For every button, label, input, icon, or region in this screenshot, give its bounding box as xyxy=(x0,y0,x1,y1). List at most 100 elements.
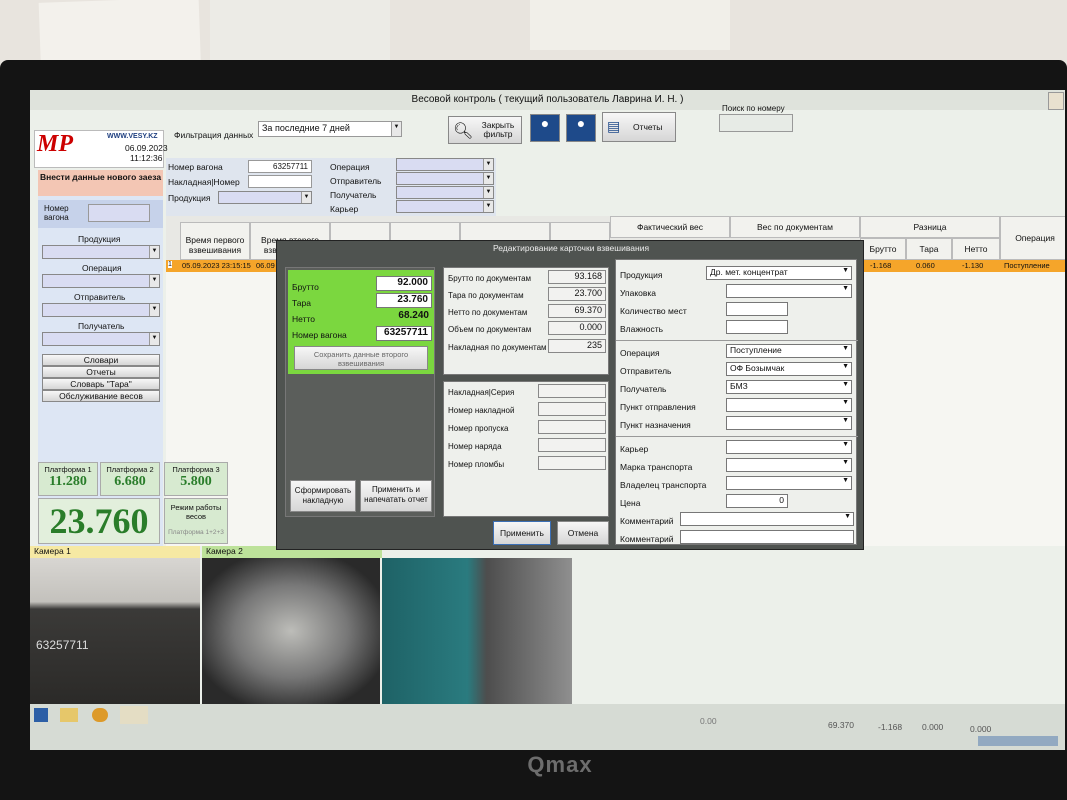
col-header-doc-weight[interactable]: Вес по документам xyxy=(730,216,860,238)
active-app-icon[interactable] xyxy=(120,706,148,724)
tara-value[interactable]: 23.760 xyxy=(376,293,432,308)
filter-wagon-label: Номер вагона xyxy=(168,162,223,172)
places-input[interactable] xyxy=(726,302,788,316)
col-header-operation[interactable]: Операция xyxy=(1000,216,1065,260)
person-icon[interactable]: ● xyxy=(530,114,560,142)
operation-value: Поступление xyxy=(730,345,782,355)
pack-select[interactable]: ▼ xyxy=(726,284,852,298)
left-sender-select[interactable]: ▼ xyxy=(42,303,160,317)
filter-wagon-input[interactable]: 63257711 xyxy=(248,160,312,173)
left-operation-select[interactable]: ▼ xyxy=(42,274,160,288)
filter-invoice-input[interactable] xyxy=(248,175,312,188)
doc-brutto-input[interactable]: 93.168 xyxy=(548,270,606,284)
comment-2-label: Комментарий xyxy=(620,534,674,544)
comment-2-input[interactable] xyxy=(680,530,854,544)
order-no-input[interactable] xyxy=(538,438,606,452)
platform-1-box: Платформа 1 11.280 xyxy=(38,462,98,496)
camera-3-feed[interactable] xyxy=(382,558,572,704)
close-filter-button[interactable]: 🔍︎ Закрыть фильтр xyxy=(448,116,522,144)
current-time: 11:12:36 xyxy=(130,153,163,163)
person-settings-icon[interactable]: ● xyxy=(566,114,596,142)
doc-invoice-input[interactable]: 235 xyxy=(548,339,606,353)
wagon-no-input[interactable] xyxy=(88,204,150,222)
wagon-value[interactable]: 63257711 xyxy=(376,326,432,341)
filter-operation-select[interactable]: ▼ xyxy=(396,158,494,171)
camera-1-feed[interactable]: 63257711 xyxy=(30,558,200,704)
platform-1-label: Платформа 1 xyxy=(44,465,92,474)
destination-select[interactable]: ▼ xyxy=(726,416,852,430)
col-header-difference[interactable]: Разница xyxy=(860,216,1000,238)
transport-brand-select[interactable]: ▼ xyxy=(726,458,852,472)
save-second-weighing-button[interactable]: Сохранить данные второго взвешивания xyxy=(294,346,428,370)
current-date: 06.09.2023 xyxy=(125,143,168,153)
depart-point-select[interactable]: ▼ xyxy=(726,398,852,412)
col-header-diff-netto[interactable]: Нетто xyxy=(952,238,1000,260)
left-receiver-label: Получатель xyxy=(78,321,125,331)
dictionaries-button[interactable]: Словари xyxy=(42,354,160,366)
explorer-icon[interactable] xyxy=(60,708,78,722)
footer-total-3: -1.168 xyxy=(878,722,903,732)
filter-product-select[interactable]: ▼ xyxy=(218,191,312,204)
sender-select[interactable]: ОФ Бозымчак ▼ xyxy=(726,362,852,376)
chevron-down-icon: ▼ xyxy=(842,381,849,388)
windows-start-icon[interactable] xyxy=(34,708,48,722)
transport-owner-select[interactable]: ▼ xyxy=(726,476,852,490)
apply-button[interactable]: Применить xyxy=(493,521,551,545)
places-label: Количество мест xyxy=(620,306,687,316)
transport-owner-label: Владелец транспорта xyxy=(620,480,707,490)
sender-value: ОФ Бозымчак xyxy=(730,363,785,373)
receiver-value: БМЗ xyxy=(730,381,748,391)
price-input[interactable]: 0 xyxy=(726,494,788,508)
seal-no-input[interactable] xyxy=(538,456,606,470)
chevron-down-icon: ▼ xyxy=(842,363,849,370)
scale-service-button[interactable]: Обслуживание весов xyxy=(42,390,160,402)
humidity-input[interactable] xyxy=(726,320,788,334)
make-invoice-button[interactable]: Сформировать накладную xyxy=(290,480,356,512)
search-input[interactable] xyxy=(719,114,793,132)
brutto-value[interactable]: 92.000 xyxy=(376,276,432,291)
filter-receiver-select[interactable]: ▼ xyxy=(396,186,494,199)
col-header-time1[interactable]: Время первого взвешивания xyxy=(180,222,250,260)
chevron-down-icon: ▼ xyxy=(483,187,493,198)
pass-no-label: Номер пропуска xyxy=(448,424,509,433)
invoice-series-label: Накладная|Серия xyxy=(448,388,515,397)
operation-select[interactable]: Поступление ▼ xyxy=(726,344,852,358)
weights-block: Брутто 92.000 Тара 23.760 Нетто 68.240 Н… xyxy=(288,270,434,374)
receiver-select[interactable]: БМЗ ▼ xyxy=(726,380,852,394)
doc-volume-input[interactable]: 0.000 xyxy=(548,321,606,335)
doc-tara-input[interactable]: 23.700 xyxy=(548,287,606,301)
comment-select[interactable]: ▼ xyxy=(680,512,854,526)
cancel-button[interactable]: Отмена xyxy=(557,521,609,545)
price-label: Цена xyxy=(620,498,641,508)
doc-netto-input[interactable]: 69.370 xyxy=(548,304,606,318)
new-entry-button[interactable]: Внести данные нового заеза xyxy=(38,170,163,196)
col-header-actual-weight[interactable]: Фактический вес xyxy=(610,216,730,238)
app-icon[interactable] xyxy=(92,708,108,722)
scale-mode-box[interactable]: Режим работы весов Платформа 1+2+3 xyxy=(164,498,228,544)
filter-sender-select[interactable]: ▼ xyxy=(396,172,494,185)
product-select[interactable]: Др. мет. концентрат ▼ xyxy=(706,266,852,280)
reports-button[interactable]: ▤ Отчеты xyxy=(602,112,676,142)
footer-total-4: 0.000 xyxy=(922,722,944,732)
window-control-icon[interactable] xyxy=(1048,92,1064,110)
col-header-diff-brutto[interactable]: Брутто xyxy=(860,238,906,260)
tare-dictionary-button[interactable]: Словарь "Тара" xyxy=(42,378,160,390)
left-product-select[interactable]: ▼ xyxy=(42,245,160,259)
left-receiver-select[interactable]: ▼ xyxy=(42,332,160,346)
invoice-no-input[interactable] xyxy=(538,402,606,416)
system-tray[interactable] xyxy=(978,736,1058,746)
chevron-down-icon: ▼ xyxy=(149,333,159,345)
filter-period-select[interactable]: За последние 7 дней ▼ xyxy=(258,121,402,137)
chevron-down-icon: ▼ xyxy=(842,285,849,292)
camera-2-feed[interactable] xyxy=(202,558,380,704)
reports-menu-button[interactable]: Отчеты xyxy=(42,366,160,378)
divider xyxy=(616,340,858,341)
col-header-diff-tara[interactable]: Тара xyxy=(906,238,952,260)
quarry-select[interactable]: ▼ xyxy=(726,440,852,454)
pass-no-input[interactable] xyxy=(538,420,606,434)
total-weight-box: 23.760 xyxy=(38,498,160,544)
dialog-title: Редактирование карточки взвешивания xyxy=(492,243,650,253)
filter-quarry-select[interactable]: ▼ xyxy=(396,200,494,213)
invoice-series-input[interactable] xyxy=(538,384,606,398)
apply-print-button[interactable]: Применить и напечатать отчет xyxy=(360,480,432,512)
